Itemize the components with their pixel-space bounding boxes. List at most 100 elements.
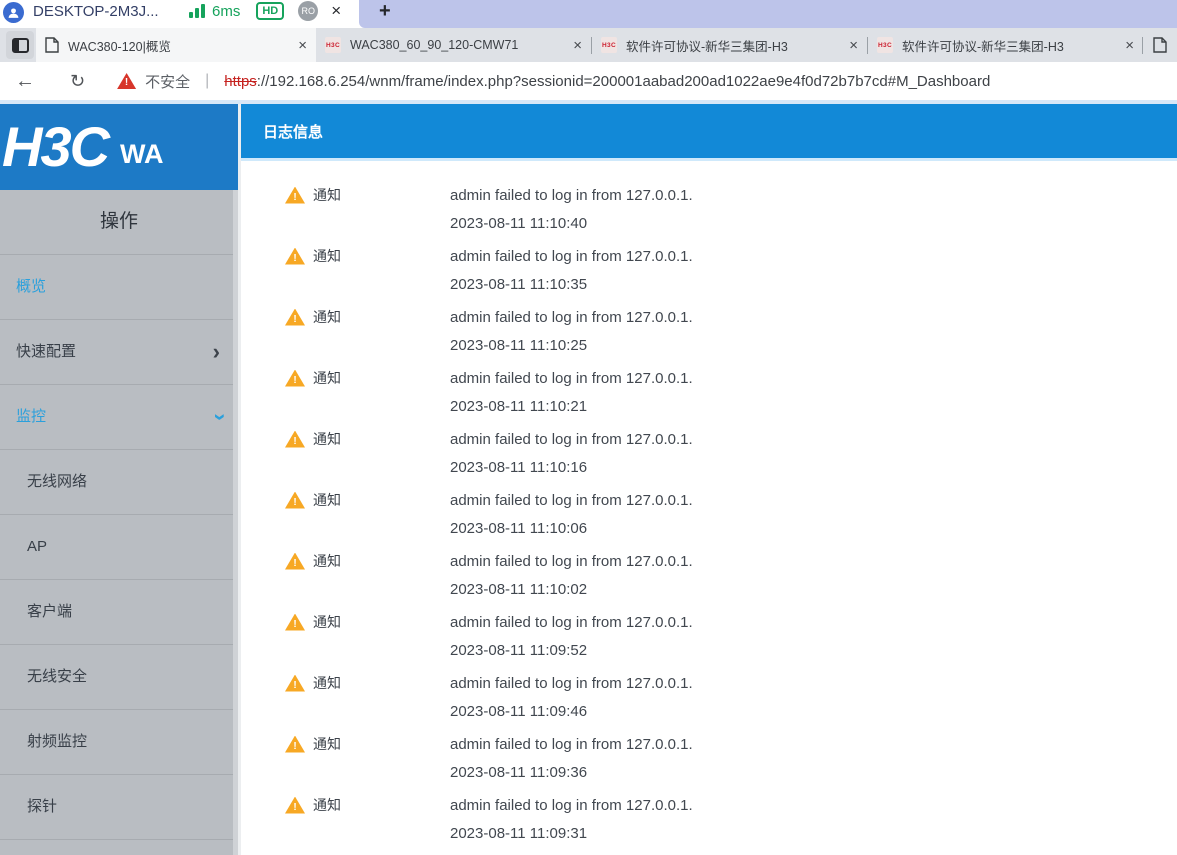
sidebar-item-监控[interactable]: 监控 › (0, 385, 238, 450)
address-separator: | (205, 72, 210, 89)
log-type-label: 通知 (313, 492, 341, 508)
log-time: 2023-08-11 11:10:02 (450, 581, 588, 598)
panel-title: 日志信息 (263, 123, 324, 141)
log-list: 通知 admin failed to log in from 127.0.0.1… (241, 161, 1177, 855)
log-message: admin failed to log in from 127.0.0.1. (450, 247, 693, 265)
warning-triangle-icon (285, 491, 305, 509)
sidebar: H3C WA 操作 概览 快速配置 › 监控 › 无线网络 AP 客户端 无线安… (0, 104, 238, 855)
browser-tabstrip: H3C WAC380-120|概览 × H3C WAC380_60_90_120… (0, 28, 1177, 62)
warning-triangle-icon (285, 308, 305, 326)
sidebar-item-label: 无线安全 (27, 668, 88, 685)
sidebar-scrollbar[interactable] (233, 190, 238, 855)
log-message: admin failed to log in from 127.0.0.1. (450, 735, 693, 753)
not-secure-label[interactable]: 不安全 (145, 71, 190, 92)
log-entry: 通知 admin failed to log in from 127.0.0.1… (285, 368, 1177, 418)
tab-close-icon[interactable]: × (849, 37, 858, 54)
log-entry: 通知 admin failed to log in from 127.0.0.1… (285, 246, 1177, 296)
sidebar-item-探针[interactable]: 探针 (0, 775, 238, 840)
latency-value: 6ms (212, 2, 241, 20)
tab-close-icon[interactable]: × (298, 37, 307, 54)
warning-triangle-icon (285, 796, 305, 814)
not-secure-warning-icon[interactable] (117, 73, 137, 89)
sidebar-item-label: 监控 (16, 408, 47, 425)
log-time: 2023-08-11 11:10:16 (450, 459, 588, 476)
warning-triangle-icon (285, 247, 305, 265)
tab-actions-button[interactable] (6, 31, 34, 59)
log-message: admin failed to log in from 127.0.0.1. (450, 674, 693, 692)
vertical-tabs-icon (11, 37, 29, 53)
h3c-favicon-icon: H3C (601, 37, 617, 53)
remote-session-close-icon[interactable]: × (331, 1, 341, 21)
remote-new-tab-button[interactable]: + (379, 0, 391, 23)
sidebar-item-客户端[interactable]: 客户端 (0, 580, 238, 645)
log-type-label: 通知 (313, 370, 341, 386)
warning-triangle-icon (285, 674, 305, 692)
sidebar-item-概览[interactable]: 概览 (0, 255, 238, 320)
log-message: admin failed to log in from 127.0.0.1. (450, 186, 693, 204)
url-protocol[interactable]: https (224, 73, 257, 90)
log-time: 2023-08-11 11:10:25 (450, 337, 588, 354)
log-time: 2023-08-11 11:09:31 (450, 825, 588, 842)
ro-badge: RO (298, 1, 319, 21)
log-entry: 通知 admin failed to log in from 127.0.0.1… (285, 673, 1177, 723)
sidebar-nav: 概览 快速配置 › 监控 › 无线网络 AP 客户端 无线安全 射频监控 探针 (0, 255, 238, 840)
document-favicon-icon (1153, 37, 1167, 53)
tab-close-icon[interactable]: × (573, 37, 582, 54)
tab-partial[interactable] (1143, 28, 1177, 62)
signal-bars-icon (189, 4, 205, 18)
sidebar-item-射频监控[interactable]: 射频监控 (0, 710, 238, 775)
address-bar: ← ↻ 不安全 | https://192.168.6.254/wnm/fram… (0, 62, 1177, 100)
warning-triangle-icon (285, 735, 305, 753)
remote-avatar-icon (3, 1, 24, 23)
tab-title: 软件许可协议-新华三集团-H3 (902, 39, 1064, 54)
remote-titlebar: DESKTOP-2M3J... 6ms HD RO × + (0, 0, 1177, 28)
log-entry: 通知 admin failed to log in from 127.0.0.1… (285, 490, 1177, 540)
sidebar-item-label: 无线网络 (27, 473, 88, 490)
browser-tab[interactable]: H3C WAC380-120|概览 × (36, 28, 316, 62)
device-model-text: WA (120, 138, 164, 169)
log-time: 2023-08-11 11:10:06 (450, 520, 588, 537)
sidebar-item-AP[interactable]: AP (0, 515, 238, 580)
warning-triangle-icon (285, 552, 305, 570)
panel-header: 日志信息 (241, 104, 1177, 158)
sidebar-item-无线安全[interactable]: 无线安全 (0, 645, 238, 710)
browser-tab[interactable]: H3C WAC380_60_90_120-CMW71 × (316, 28, 591, 62)
sidebar-item-label: 客户端 (27, 603, 73, 620)
browser-tab[interactable]: H3C 软件许可协议-新华三集团-H3 × (868, 28, 1143, 62)
browser-tab[interactable]: H3C 软件许可协议-新华三集团-H3 × (592, 28, 867, 62)
sidebar-item-无线网络[interactable]: 无线网络 (0, 450, 238, 515)
tab-title: WAC380_60_90_120-CMW71 (350, 38, 519, 52)
log-type-label: 通知 (313, 187, 341, 203)
log-type-label: 通知 (313, 248, 341, 264)
log-message: admin failed to log in from 127.0.0.1. (450, 552, 693, 570)
tab-title: WAC380-120|概览 (68, 39, 171, 54)
log-type-label: 通知 (313, 431, 341, 447)
document-favicon-icon (45, 37, 59, 53)
log-type-label: 通知 (313, 736, 341, 752)
sidebar-section-title: 操作 (0, 190, 238, 255)
log-entry: 通知 admin failed to log in from 127.0.0.1… (285, 612, 1177, 662)
log-message: admin failed to log in from 127.0.0.1. (450, 613, 693, 631)
log-entry: 通知 admin failed to log in from 127.0.0.1… (285, 307, 1177, 357)
logo-band: H3C WA (0, 104, 238, 190)
refresh-icon[interactable]: ↻ (70, 71, 85, 92)
tab-list: H3C WAC380-120|概览 × H3C WAC380_60_90_120… (36, 28, 1142, 62)
back-icon[interactable]: ← (15, 70, 35, 93)
log-time: 2023-08-11 11:10:21 (450, 398, 588, 415)
url-text[interactable]: ://192.168.6.254/wnm/frame/index.php?ses… (257, 73, 991, 90)
log-entry: 通知 admin failed to log in from 127.0.0.1… (285, 429, 1177, 479)
warning-triangle-icon (285, 186, 305, 204)
remote-machine-name: DESKTOP-2M3J... (33, 2, 159, 20)
log-entry: 通知 admin failed to log in from 127.0.0.1… (285, 734, 1177, 784)
h3c-favicon-icon: H3C (325, 37, 341, 53)
log-entry: 通知 admin failed to log in from 127.0.0.1… (285, 551, 1177, 601)
warning-triangle-icon (285, 613, 305, 631)
tab-close-icon[interactable]: × (1125, 37, 1134, 54)
h3c-favicon-icon: H3C (877, 37, 893, 53)
h3c-web-manager: H3C WA 操作 概览 快速配置 › 监控 › 无线网络 AP 客户端 无线安… (0, 104, 1177, 855)
warning-triangle-icon (285, 430, 305, 448)
log-type-label: 通知 (313, 553, 341, 569)
log-message: admin failed to log in from 127.0.0.1. (450, 491, 693, 509)
log-time: 2023-08-11 11:10:40 (450, 215, 588, 232)
sidebar-item-快速配置[interactable]: 快速配置 › (0, 320, 238, 385)
